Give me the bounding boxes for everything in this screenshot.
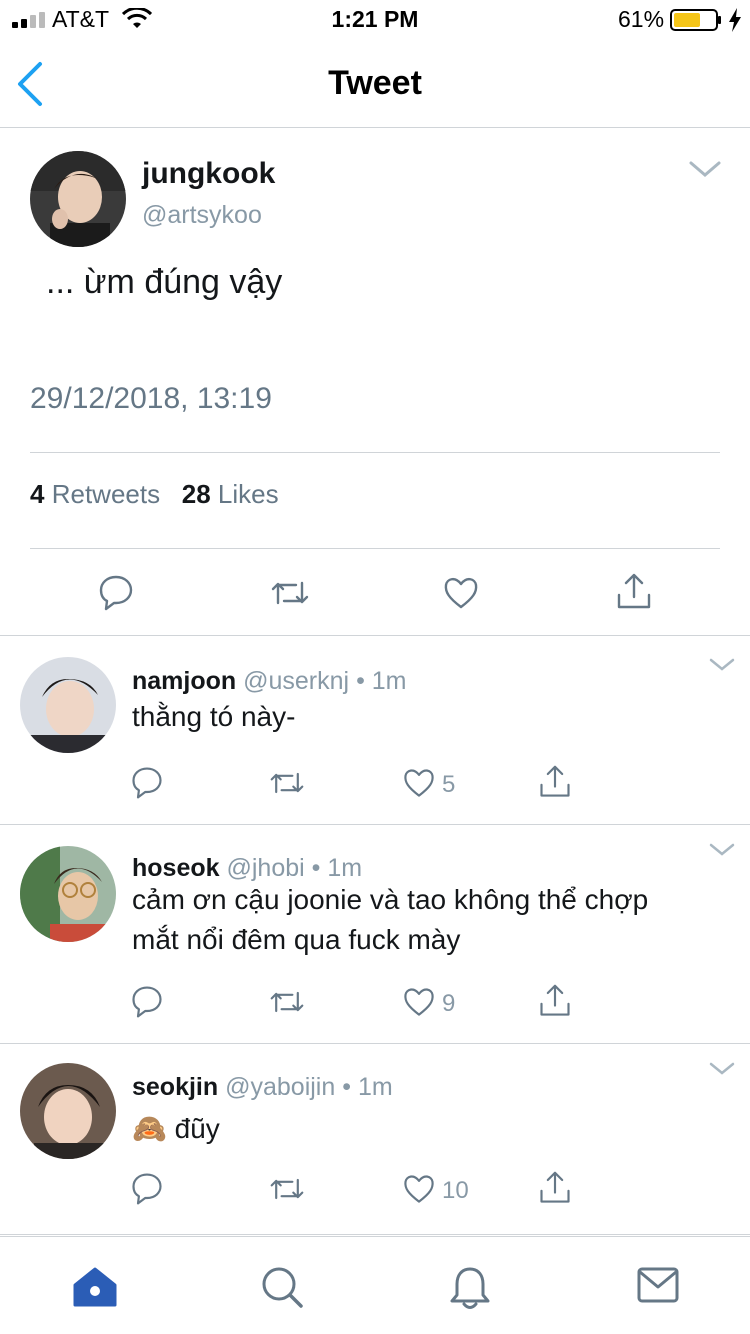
like-icon[interactable] [443, 573, 479, 613]
divider [30, 452, 720, 453]
reply-header: namjoon @userknj • 1m [132, 667, 407, 696]
reply-text: thằng tó này- [132, 701, 296, 732]
divider [30, 548, 720, 549]
reply-item[interactable]: hoseok @jhobi • 1m cảm ơn cậu joonie và … [0, 826, 750, 1044]
share-icon[interactable] [538, 1171, 572, 1207]
tab-bar [0, 1236, 750, 1334]
retweets-label[interactable]: Retweets [52, 479, 160, 509]
reply-icon[interactable] [130, 1171, 164, 1207]
nav-bar: Tweet [0, 40, 750, 128]
reply-time: 1m [327, 854, 363, 882]
like-count: 10 [442, 1177, 469, 1204]
likes-count[interactable]: 28 [182, 479, 211, 509]
search-icon[interactable] [260, 1265, 304, 1309]
reply-author-name[interactable]: hoseok [132, 854, 220, 882]
charging-icon [729, 8, 741, 32]
reply-icon[interactable] [98, 573, 134, 613]
reply-author-handle[interactable]: @jhobi [226, 854, 304, 882]
reply-text: cảm ơn cậu joonie và tao không thể chợp … [132, 884, 649, 955]
battery-icon [670, 9, 721, 31]
like-count: 9 [442, 990, 456, 1017]
separator-dot: • [356, 667, 365, 695]
reply-item[interactable]: namjoon @userknj • 1m thằng tó này- 5 [0, 637, 750, 825]
reply-author-name[interactable]: namjoon [132, 667, 236, 695]
reply-author-name[interactable]: seokjin [132, 1073, 218, 1101]
like-icon[interactable] [402, 984, 436, 1020]
separator-dot: • [311, 854, 321, 882]
avatar[interactable] [20, 657, 116, 753]
reply-time: 1m [371, 667, 407, 695]
main-tweet: jungkook @artsykoo ... ừm đúng vậy 29/12… [0, 129, 750, 636]
author-name[interactable]: jungkook [142, 157, 275, 191]
reply-header: seokjin @yaboijin • 1m [132, 1073, 393, 1102]
tweet-date: 29/12/2018, 13:19 [30, 382, 272, 415]
share-icon[interactable] [538, 984, 572, 1020]
tweet-text: ... ừm đúng vậy [46, 263, 283, 301]
retweets-count[interactable]: 4 [30, 479, 44, 509]
avatar[interactable] [20, 846, 116, 942]
reply-time: 1m [357, 1073, 393, 1101]
retweet-icon[interactable] [268, 984, 306, 1020]
battery-percent: 61% [618, 6, 665, 32]
retweet-icon[interactable] [268, 765, 306, 801]
likes-label[interactable]: Likes [218, 479, 279, 509]
reply-item[interactable]: seokjin @yaboijin • 1m 🙈 đũy 10 [0, 1045, 750, 1235]
reply-icon[interactable] [130, 984, 164, 1020]
like-count: 5 [442, 771, 456, 798]
messages-icon[interactable] [636, 1265, 680, 1305]
separator-dot: • [342, 1073, 351, 1101]
author-handle[interactable]: @artsykoo [142, 201, 262, 230]
chevron-down-icon[interactable] [708, 657, 736, 673]
chevron-down-icon[interactable] [688, 159, 722, 179]
chevron-down-icon[interactable] [708, 842, 736, 858]
reply-icon[interactable] [130, 765, 164, 801]
avatar[interactable] [20, 1063, 116, 1159]
chevron-down-icon[interactable] [708, 1061, 736, 1077]
avatar[interactable] [30, 151, 126, 247]
share-icon[interactable] [616, 573, 652, 613]
status-bar: AT&T 1:21 PM 61% [0, 0, 750, 40]
reply-author-handle[interactable]: @userknj [243, 667, 349, 695]
retweet-icon[interactable] [268, 1171, 306, 1207]
page-title: Tweet [328, 64, 422, 102]
like-icon[interactable] [402, 1171, 436, 1207]
reply-text: 🙈 đũy [132, 1113, 220, 1144]
like-icon[interactable] [402, 765, 436, 801]
reply-author-handle[interactable]: @yaboijin [225, 1073, 335, 1101]
share-icon[interactable] [538, 765, 572, 801]
notifications-icon[interactable] [448, 1265, 492, 1311]
home-icon[interactable] [72, 1265, 118, 1307]
tweet-stats: 4 Retweets 28 Likes [30, 479, 279, 510]
retweet-icon[interactable] [270, 573, 310, 613]
reply-header: hoseok @jhobi • 1m [132, 854, 362, 883]
